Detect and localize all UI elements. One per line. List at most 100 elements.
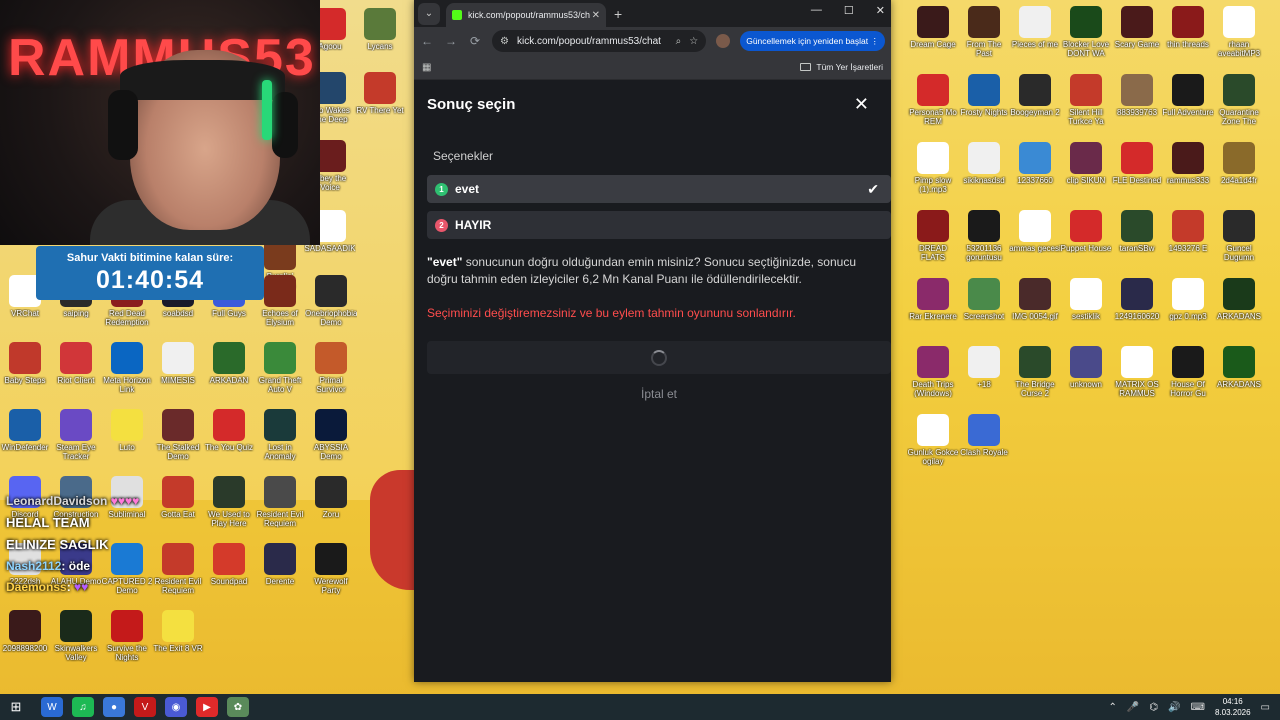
zoom-icon[interactable]: ⌕: [676, 36, 682, 47]
desktop-icon[interactable]: Scary Game: [1112, 6, 1162, 49]
desktop-icon[interactable]: Meta Horizon Link: [102, 342, 152, 394]
chevron-up-icon[interactable]: ⌃: [1108, 702, 1116, 713]
desktop-icon[interactable]: MIMESIS: [153, 342, 203, 385]
tab-search-button[interactable]: ⌄: [418, 2, 440, 25]
reload-icon[interactable]: ⟳: [468, 34, 482, 48]
microphone-icon[interactable]: 🎤: [1127, 702, 1139, 713]
desktop-icon[interactable]: Boogeyman 2: [1010, 74, 1060, 117]
desktop-icon[interactable]: ammas gecesi: [1009, 210, 1061, 253]
minimize-icon[interactable]: —: [811, 4, 822, 17]
desktop-icon[interactable]: MATRIX OS RAMMUS: [1112, 346, 1162, 398]
desktop-icon[interactable]: Grand Theft Auto V: [255, 342, 305, 394]
desktop-icon[interactable]: ARKADANS: [1214, 278, 1264, 321]
desktop-icon[interactable]: Pimp slow (1).mp3: [908, 142, 958, 194]
desktop-icon[interactable]: ARKADANS: [1214, 346, 1264, 389]
maximize-icon[interactable]: ☐: [844, 4, 854, 17]
desktop-icon[interactable]: 2d4a1d4fr: [1214, 142, 1264, 185]
desktop-icon[interactable]: Onebriophobia Demo: [305, 275, 357, 327]
desktop-icon[interactable]: Primal Survivor: [306, 342, 356, 394]
desktop-icon[interactable]: Survive the Nights: [102, 610, 152, 662]
close-tab-icon[interactable]: ✕: [592, 10, 600, 21]
desktop-icon[interactable]: FLE Destined: [1112, 142, 1162, 185]
desktop-icon[interactable]: Baby Steps: [0, 342, 50, 385]
start-icon[interactable]: ⊞: [0, 699, 32, 715]
desktop-icon[interactable]: Persona5 Mo REM: [908, 74, 958, 126]
desktop-icon[interactable]: unknown: [1061, 346, 1111, 389]
close-window-icon[interactable]: ✕: [876, 4, 885, 17]
desktop-icon[interactable]: Clash Royale: [959, 414, 1009, 457]
desktop-icon[interactable]: Quarantine Zone The: [1214, 74, 1264, 126]
chrome-icon[interactable]: ●: [103, 697, 125, 717]
desktop-icon[interactable]: Puppet House: [1061, 210, 1111, 253]
tab-active[interactable]: kick.com/popout/rammus53/ch ✕: [446, 3, 606, 27]
desktop-icon[interactable]: Death Trips (Windows): [908, 346, 958, 398]
desktop-icon[interactable]: 1493276 E: [1163, 210, 1213, 253]
desktop-icon[interactable]: ARKADAN: [204, 342, 254, 385]
desktop-icon[interactable]: Werewolf Party: [306, 543, 356, 595]
desktop-icon[interactable]: DREAD FLATS: [908, 210, 958, 262]
desktop-icon[interactable]: Lost in Anomaly: [255, 409, 305, 461]
youtube-icon[interactable]: ▶: [196, 697, 218, 717]
back-icon[interactable]: ←: [420, 34, 434, 48]
app-icon[interactable]: ✿: [227, 697, 249, 717]
desktop-icon[interactable]: 53201136 goruntusu: [959, 210, 1009, 262]
profile-avatar[interactable]: [716, 34, 731, 48]
cancel-button[interactable]: İptal et: [414, 387, 904, 401]
desktop-icon[interactable]: The You Quiz: [204, 409, 254, 452]
desktop-icon[interactable]: The Bridge Curse 2: [1010, 346, 1060, 398]
wordpress-icon[interactable]: W: [41, 697, 63, 717]
desktop-icon[interactable]: The Stalked Demo: [153, 409, 203, 461]
desktop-icon[interactable]: sestiklik: [1061, 278, 1111, 321]
confirm-button[interactable]: [427, 341, 891, 374]
desktop-icon[interactable]: Silent Hill Turkce Ya: [1061, 74, 1111, 126]
network-icon[interactable]: ⌬: [1149, 702, 1158, 713]
desktop-icon[interactable]: thin threads: [1163, 6, 1213, 49]
bookmark-star-icon[interactable]: ☆: [689, 36, 698, 47]
desktop-icon[interactable]: Zoru: [306, 476, 356, 519]
desktop-icon[interactable]: 1249160620: [1112, 278, 1162, 321]
close-icon[interactable]: ✕: [854, 94, 869, 115]
desktop-icon[interactable]: Riot Client: [51, 342, 101, 385]
spotify-icon[interactable]: ♫: [72, 697, 94, 717]
clock[interactable]: 04:16 8.03.2026: [1215, 696, 1251, 718]
desktop-icon[interactable]: Skinwalkers Valley: [51, 610, 101, 662]
desktop-icon[interactable]: Frosty Nights: [959, 74, 1009, 117]
desktop-icon[interactable]: rhaan aveabitMP3: [1214, 6, 1264, 58]
option-evet[interactable]: 1 evet ✔: [427, 175, 891, 203]
desktop-icon[interactable]: Blocker Love DONT WA: [1061, 6, 1111, 58]
desktop-icon[interactable]: Steam Eye Tracker: [51, 409, 101, 461]
apps-grid-icon[interactable]: ▦: [422, 62, 431, 73]
desktop-icon[interactable]: clip SIKUN: [1061, 142, 1111, 185]
desktop-icon[interactable]: Rar Ekrenere: [908, 278, 958, 321]
desktop-icon[interactable]: Lycans: [355, 8, 405, 51]
desktop-icon[interactable]: From The Past: [959, 6, 1009, 58]
desktop-icon[interactable]: Guncel Dugumn: [1214, 210, 1264, 262]
new-tab-button[interactable]: +: [614, 6, 622, 22]
desktop-icon[interactable]: Gunluk Gokce ogilay: [908, 414, 958, 466]
desktop-icon[interactable]: rammus333: [1163, 142, 1213, 185]
desktop-icon[interactable]: Dream Cage: [908, 6, 958, 49]
obs-icon[interactable]: ◉: [165, 697, 187, 717]
address-bar[interactable]: ⚙ kick.com/popout/rammus53/chat ⌕ ☆: [492, 30, 707, 52]
desktop-icon[interactable]: Full Adventure: [1162, 74, 1214, 117]
desktop-icon[interactable]: gpz 0.mp3: [1163, 278, 1213, 321]
voicemod-icon[interactable]: V: [134, 697, 156, 717]
desktop-icon[interactable]: RV There Yet: [355, 72, 405, 115]
desktop-icon[interactable]: 883939763: [1112, 74, 1162, 117]
site-info-icon[interactable]: ⚙: [500, 36, 509, 47]
desktop-icon[interactable]: ABYSSIA Demo: [306, 409, 356, 461]
desktop-icon[interactable]: sikiknasdsd: [959, 142, 1009, 185]
desktop-icon[interactable]: Pieces of me: [1010, 6, 1060, 49]
all-bookmarks-button[interactable]: Tüm Yer İşaretleri: [800, 62, 883, 72]
update-button[interactable]: Güncellemek için yeniden başlat ⋮: [740, 31, 885, 51]
desktop-icon[interactable]: 12337660: [1010, 142, 1060, 185]
desktop-icon[interactable]: IMG 0054.gif: [1010, 278, 1060, 321]
option-hayir[interactable]: 2 HAYIR: [427, 211, 891, 239]
desktop-icon[interactable]: House Of Horror Gu: [1163, 346, 1213, 398]
desktop-icon[interactable]: The Exit 8 VR: [153, 610, 203, 653]
notification-icon[interactable]: ▭: [1261, 702, 1270, 713]
desktop-icon[interactable]: +18: [959, 346, 1009, 389]
desktop-icon[interactable]: 2098898200: [0, 610, 50, 653]
desktop-icon[interactable]: Screenshot: [959, 278, 1009, 321]
desktop-icon[interactable]: Luto: [102, 409, 152, 452]
